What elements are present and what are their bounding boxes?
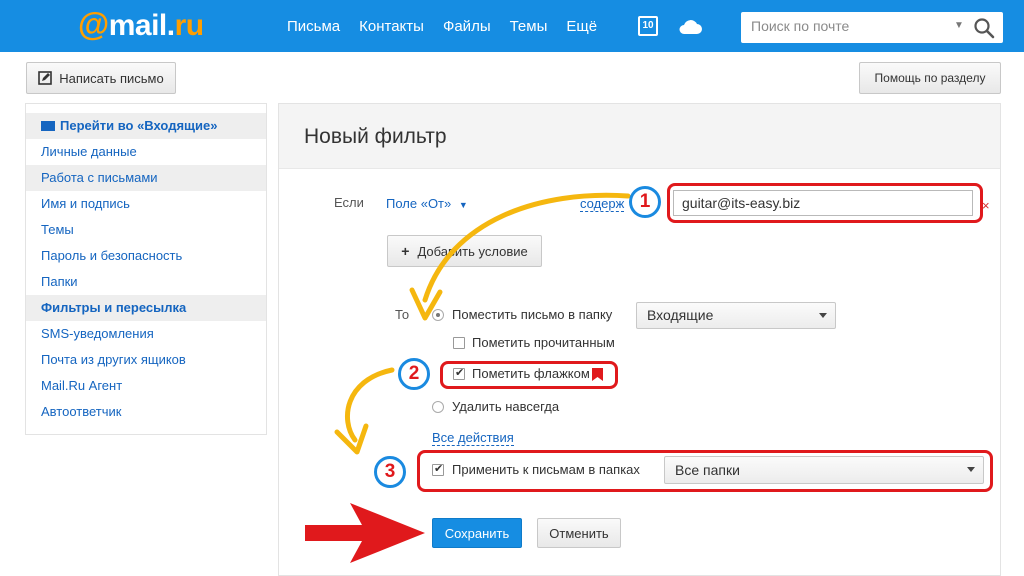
- help-section-button[interactable]: Помощь по разделу: [859, 62, 1001, 94]
- mark-read-checkbox[interactable]: [453, 337, 465, 349]
- move-to-folder-radio[interactable]: [432, 309, 444, 321]
- chevron-down-icon[interactable]: ▼: [954, 20, 964, 31]
- settings-sidebar: Перейти во «Входящие» Личные данные Рабо…: [25, 103, 267, 435]
- mark-read-label: Пометить прочитанным: [472, 335, 615, 350]
- nav-themes[interactable]: Темы: [510, 18, 548, 35]
- cloud-icon[interactable]: [678, 17, 702, 35]
- annotation-badge-1: 1: [629, 186, 661, 218]
- search-box: ▼: [741, 12, 1003, 43]
- nav-contacts[interactable]: Контакты: [359, 18, 424, 35]
- write-letter-button[interactable]: Написать письмо: [26, 62, 176, 94]
- sidebar-item-filters[interactable]: Фильтры и пересылка: [26, 295, 266, 321]
- panel-header: Новый фильтр: [279, 104, 1000, 169]
- nav-files[interactable]: Файлы: [443, 18, 491, 35]
- sidebar-item-go-inbox[interactable]: Перейти во «Входящие»: [26, 113, 266, 139]
- delete-forever-label: Удалить навсегда: [452, 399, 560, 414]
- sidebar-item-folders[interactable]: Папки: [26, 269, 266, 295]
- then-label: То: [395, 307, 410, 322]
- annotation-box-3: [417, 450, 993, 492]
- add-condition-button[interactable]: + Добавить условие: [387, 235, 542, 267]
- sidebar-item-mail-work[interactable]: Работа с письмами: [26, 165, 266, 191]
- compose-icon: [38, 71, 53, 85]
- filter-panel: Новый фильтр: [278, 103, 1001, 576]
- annotation-badge-2: 2: [398, 358, 430, 390]
- move-to-folder-label: Поместить письмо в папку: [452, 307, 613, 322]
- caret-down-icon: ▼: [458, 200, 468, 210]
- nav-letters[interactable]: Письма: [287, 18, 340, 35]
- sidebar-item-sms[interactable]: SMS-уведомления: [26, 321, 266, 347]
- cancel-button[interactable]: Отменить: [537, 518, 621, 548]
- mailru-logo[interactable]: @mail.ru: [78, 6, 204, 43]
- sidebar-item-themes[interactable]: Темы: [26, 217, 266, 243]
- search-icon[interactable]: [973, 17, 995, 39]
- sidebar-item-autoresponder[interactable]: Автоответчик: [26, 399, 266, 425]
- field-select[interactable]: Поле «От» ▼: [386, 196, 468, 211]
- chevron-down-icon: [819, 312, 827, 318]
- sidebar-item-name-signature[interactable]: Имя и подпись: [26, 191, 266, 217]
- sidebar-item-password[interactable]: Пароль и безопасность: [26, 243, 266, 269]
- save-button[interactable]: Сохранить: [432, 518, 522, 548]
- top-header: @mail.ru Письма Контакты Файлы Темы Ещё …: [0, 0, 1024, 52]
- calendar-icon[interactable]: 10: [638, 16, 658, 36]
- annotation-box-1: [667, 183, 983, 223]
- page-title: Новый фильтр: [304, 125, 447, 148]
- all-actions-link[interactable]: Все действия: [432, 430, 514, 446]
- sidebar-item-agent[interactable]: Mail.Ru Агент: [26, 373, 266, 399]
- if-label: Если: [334, 195, 364, 210]
- nav-more[interactable]: Ещё: [566, 18, 597, 35]
- main-nav: Письма Контакты Файлы Темы Ещё: [287, 0, 616, 52]
- contains-link[interactable]: содерж: [580, 196, 625, 212]
- plus-icon: +: [401, 243, 410, 259]
- sidebar-item-other-mailboxes[interactable]: Почта из других ящиков: [26, 347, 266, 373]
- folder-select[interactable]: Входящие: [636, 302, 836, 329]
- sidebar-item-personal[interactable]: Личные данные: [26, 139, 266, 165]
- remove-condition-icon[interactable]: ×: [982, 198, 990, 213]
- envelope-icon: [41, 121, 55, 131]
- search-input[interactable]: [751, 18, 951, 34]
- delete-forever-radio[interactable]: [432, 401, 444, 413]
- annotation-badge-3: 3: [374, 456, 406, 488]
- annotation-box-2: [440, 361, 618, 389]
